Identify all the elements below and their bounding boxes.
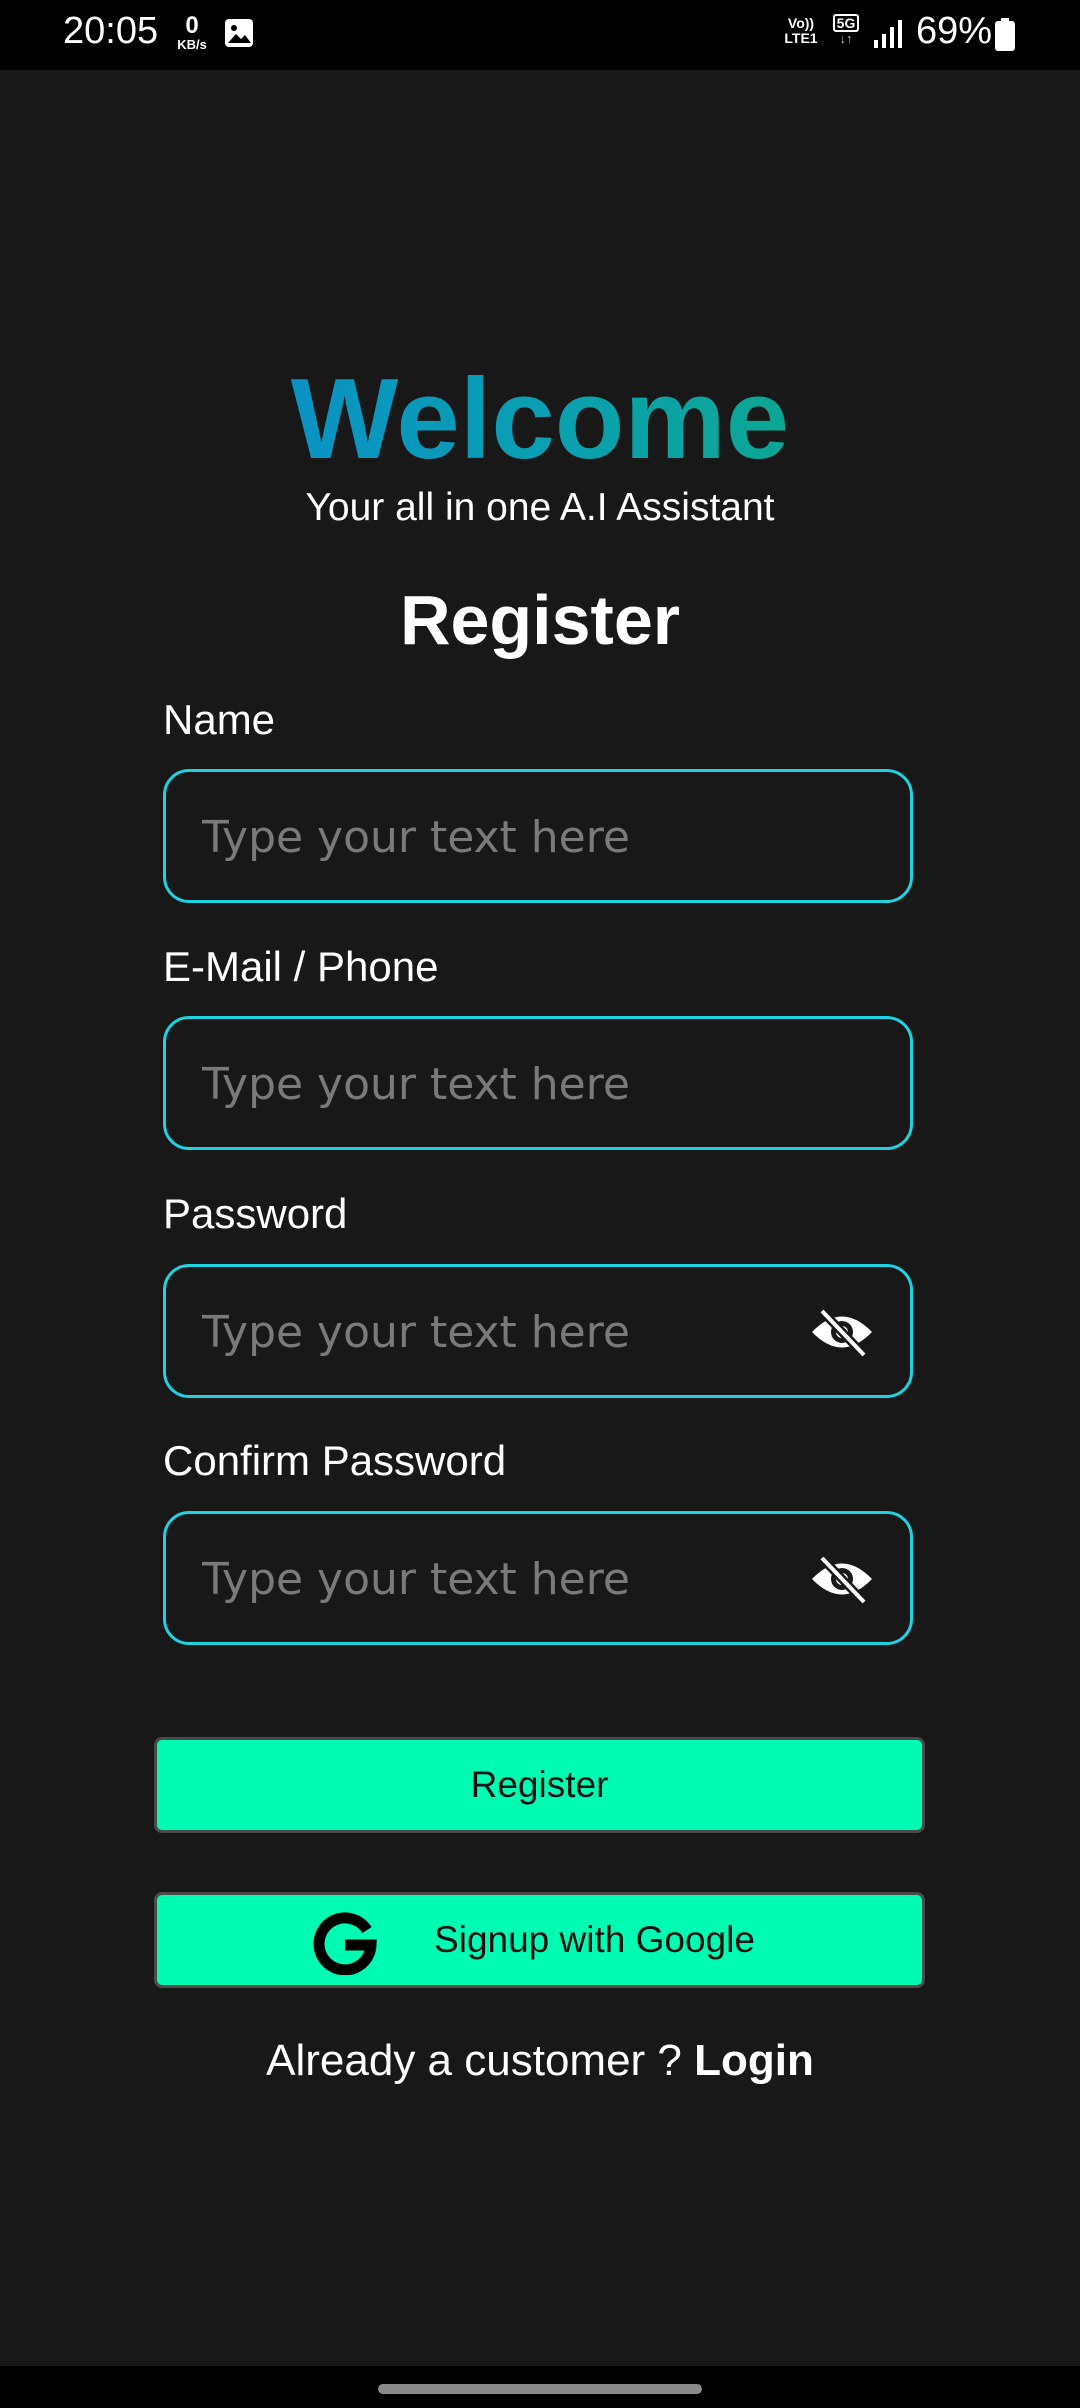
google-icon [312,1909,378,1984]
volte-line2: LTE1 [784,29,818,46]
confirm-password-field[interactable] [163,1511,913,1645]
name-input[interactable] [200,772,824,902]
image-icon [224,18,254,53]
name-label: Name [163,696,276,743]
password-label: Password [163,1190,348,1237]
status-bar: 20:05 0 KB/s Vo)) LTE1 5G ↓↑ 69% [0,0,1080,70]
battery-percent: 69% [916,10,993,52]
net-speed-unit: KB/s [177,37,207,52]
email-label: E-Mail / Phone [163,943,439,990]
signal-icon [873,18,903,55]
name-field[interactable] [163,769,913,903]
status-time: 20:05 [63,10,159,52]
welcome-heading: Welcome [0,360,1080,480]
net-speed-value: 0 [185,12,199,39]
password-field[interactable] [163,1264,913,1398]
data-arrows-icon: ↓↑ [839,31,853,46]
net-speed: 0 KB/s [172,12,212,52]
login-prompt-row: Already a customer ? Login [0,2036,1080,2086]
register-button-label: Register [470,1764,609,1805]
email-input[interactable] [200,1019,824,1149]
eye-off-icon[interactable] [810,1552,874,1606]
confirm-password-label: Confirm Password [163,1437,507,1484]
google-signup-button[interactable]: Signup with Google [154,1892,925,1988]
password-input[interactable] [200,1267,824,1397]
page-title: Register [399,581,681,659]
login-prompt: Already a customer ? [266,2036,682,2085]
register-button[interactable]: Register [154,1737,925,1833]
confirm-password-input[interactable] [200,1514,824,1644]
eye-off-icon[interactable] [810,1305,874,1359]
login-link[interactable]: Login [694,2036,814,2085]
volte-indicator: Vo)) LTE1 [780,16,822,45]
network-type-label: 5G [832,14,860,32]
volte-line1: Vo)) [787,15,815,31]
home-indicator[interactable] [378,2384,702,2394]
tagline: Your all in one A.I Assistant [305,486,775,529]
email-field[interactable] [163,1016,913,1150]
google-signup-label: Signup with Google [434,1919,755,1960]
battery-icon [994,18,1016,57]
network-type: 5G ↓↑ [828,14,864,45]
